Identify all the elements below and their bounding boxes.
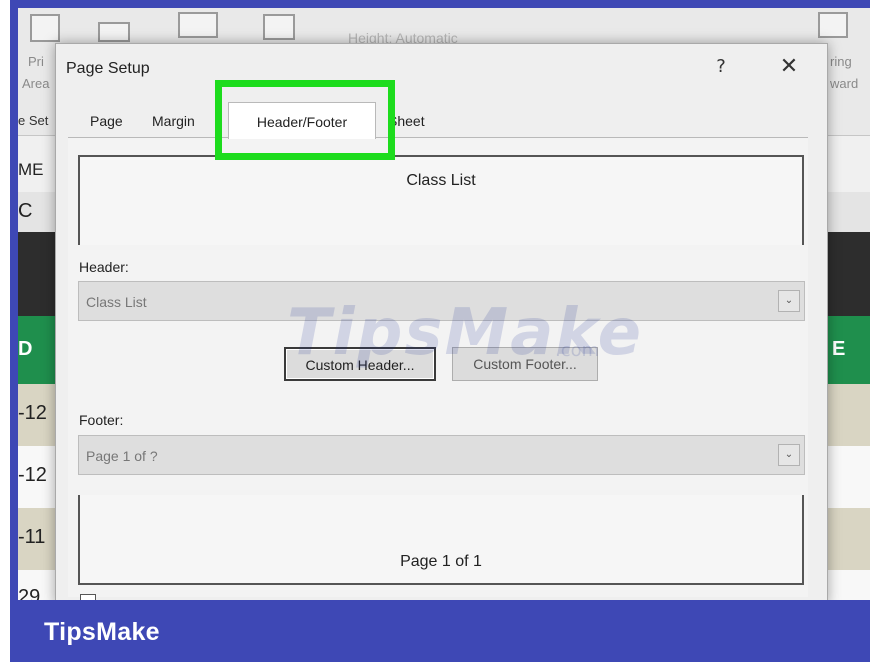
breaks-icon[interactable] [98,22,130,42]
tab-margins[interactable]: Margin [152,102,195,138]
cell-text: -12 [18,464,47,486]
chevron-down-icon[interactable]: ⌄ [778,290,800,312]
tab-sheet[interactable]: Sheet [388,102,425,138]
tab-header-footer[interactable]: Header/Footer [228,102,376,139]
cell-text: ME [18,160,44,179]
close-icon[interactable]: ✕ [777,54,801,79]
brand-name: TipsMake [44,618,160,646]
chevron-down-icon[interactable]: ⌄ [778,444,800,466]
help-icon[interactable]: ? [713,56,729,77]
tab-page[interactable]: Page [90,102,123,138]
cell-text: -11 [18,526,46,548]
page-setup-group-label: e Set [18,113,49,128]
header-select-value: Class List [86,294,147,310]
footer-preview: Page 1 of 1 [78,495,804,585]
footer-select[interactable]: Page 1 of ? ⌄ [78,435,805,475]
screenshot-frame: Pri Area e Set Height: Automatic ring wa… [0,0,870,662]
print-area-icon[interactable] [30,14,60,42]
cell-text: -12 [18,402,47,424]
page-setup-dialog: Page Setup ? ✕ Page Margin Header/Footer… [55,43,828,610]
cell-text: 29 [18,586,41,600]
header-select[interactable]: Class List ⌄ [78,281,805,321]
footer-select-value: Page 1 of ? [86,448,158,464]
brand-bar: TipsMake [10,600,870,662]
print-titles-icon[interactable] [263,14,295,40]
header-preview-text: Class List [406,172,476,189]
bring-forward-icon[interactable] [818,12,848,38]
print-area-label-2: Area [22,76,50,91]
cell-text: E [832,338,846,360]
header-label: Header: [79,259,129,275]
frame-border-left [10,0,18,600]
footer-label: Footer: [79,412,124,428]
dialog-title: Page Setup [66,60,150,77]
bring-forward-label: ring [830,54,852,69]
frame-border-top [10,0,870,8]
footer-preview-text: Page 1 of 1 [400,553,482,570]
custom-header-button[interactable]: Custom Header... [284,347,436,381]
background-icon[interactable] [178,12,218,38]
cell-text: D [18,338,33,360]
print-area-label: Pri [28,54,44,69]
custom-footer-button[interactable]: Custom Footer... [452,347,598,381]
header-preview: Class List [78,155,804,245]
bring-forward-label-2: ward [830,76,859,91]
cell-text: C [18,200,33,222]
